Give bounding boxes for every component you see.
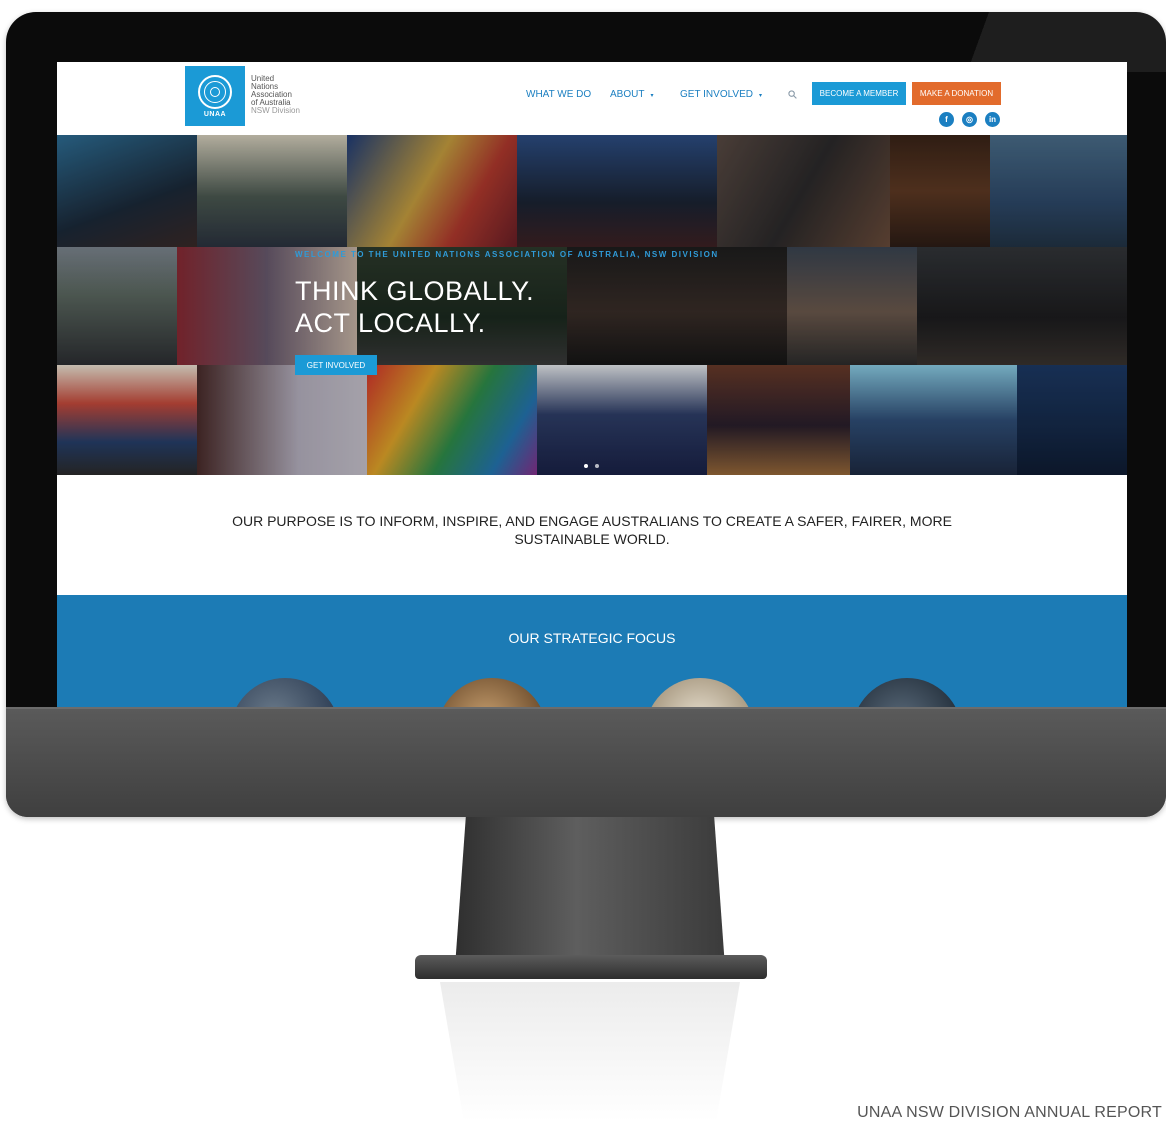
nav-what-we-do[interactable]: WHAT WE DO bbox=[526, 89, 591, 100]
chevron-down-icon: ▾ bbox=[758, 93, 762, 99]
purpose-section: OUR PURPOSE IS TO INFORM, INSPIRE, AND E… bbox=[57, 475, 1127, 595]
nav-label: GET INVOLVED bbox=[680, 89, 753, 100]
nav-label: WHAT WE DO bbox=[526, 89, 592, 100]
focus-image-circle[interactable] bbox=[230, 678, 340, 709]
unaa-logo[interactable]: UNAA bbox=[185, 66, 245, 126]
logo-text: UNAA bbox=[203, 110, 227, 118]
nav-label: ABOUT bbox=[610, 89, 645, 100]
purpose-statement: OUR PURPOSE IS TO INFORM, INSPIRE, AND E… bbox=[232, 513, 952, 547]
search-icon[interactable] bbox=[788, 90, 797, 99]
headline-line: THINK GLOBALLY. bbox=[295, 276, 535, 306]
facebook-icon[interactable]: f bbox=[939, 112, 954, 127]
hero-banner: WELCOME TO THE UNITED NATIONS ASSOCIATIO… bbox=[57, 135, 1127, 475]
headline-line: ACT LOCALLY. bbox=[295, 308, 486, 338]
hero-headline: THINK GLOBALLY. ACT LOCALLY. bbox=[295, 275, 534, 339]
un-emblem-icon bbox=[198, 74, 232, 109]
instagram-icon[interactable]: ◎ bbox=[962, 112, 977, 127]
monitor-chin bbox=[6, 707, 1166, 817]
nav-get-involved[interactable]: GET INVOLVED ▾ bbox=[680, 89, 762, 100]
hero-overlay bbox=[57, 135, 1127, 475]
org-name: United Nations Association of Australia … bbox=[251, 75, 300, 115]
monitor-stand-neck bbox=[455, 817, 725, 967]
report-caption: UNAA NSW DIVISION ANNUAL REPORT bbox=[857, 1104, 1162, 1121]
linkedin-icon[interactable]: in bbox=[985, 112, 1000, 127]
monitor-frame: UNAA United Nations Association of Austr… bbox=[6, 12, 1166, 817]
become-member-button[interactable]: BECOME A MEMBER bbox=[812, 82, 906, 105]
focus-image-circle[interactable] bbox=[645, 678, 755, 709]
make-donation-button[interactable]: MAKE A DONATION bbox=[912, 82, 1001, 105]
hero-eyebrow: WELCOME TO THE UNITED NATIONS ASSOCIATIO… bbox=[295, 250, 719, 259]
focus-title: OUR STRATEGIC FOCUS bbox=[508, 630, 676, 646]
slider-dot[interactable] bbox=[584, 464, 588, 468]
focus-image-circle[interactable] bbox=[852, 678, 962, 709]
stand-reflection bbox=[440, 982, 740, 1122]
focus-image-circle[interactable] bbox=[437, 678, 547, 709]
chevron-down-icon: ▾ bbox=[650, 93, 654, 99]
slider-dot[interactable] bbox=[595, 464, 599, 468]
hero-get-involved-button[interactable]: GET INVOLVED bbox=[295, 355, 377, 375]
monitor-stand-foot bbox=[415, 955, 767, 979]
org-division: NSW Division bbox=[251, 106, 300, 115]
nav-about[interactable]: ABOUT ▾ bbox=[610, 89, 653, 100]
website-screen: UNAA United Nations Association of Austr… bbox=[57, 62, 1127, 709]
strategic-focus-section: OUR STRATEGIC FOCUS bbox=[57, 595, 1127, 709]
site-header: UNAA United Nations Association of Austr… bbox=[57, 62, 1127, 135]
slider-dots bbox=[584, 464, 599, 468]
